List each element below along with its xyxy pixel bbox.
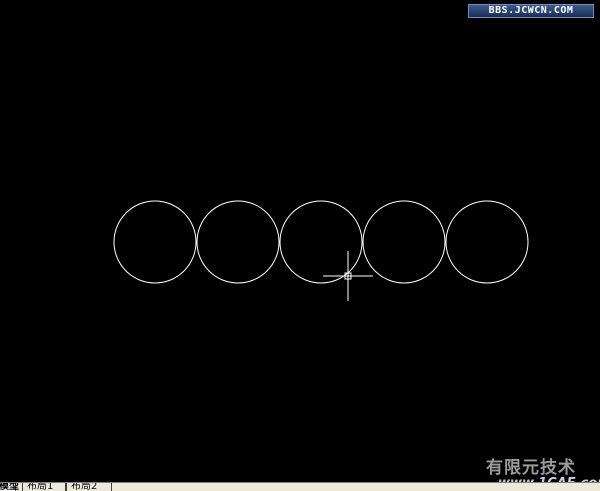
tab-layout2[interactable]: 布局2 [66, 483, 112, 491]
tab-model[interactable]: 模型 [0, 483, 19, 491]
tab-layout1[interactable]: 布局1 [22, 483, 66, 491]
autocad-window: BBS.JCWCN.COM 有限元技术 www.1CAE.com 模型 布局1 … [0, 0, 600, 491]
circle-4[interactable] [362, 200, 446, 284]
circle-3[interactable] [279, 200, 363, 284]
circle-2[interactable] [196, 200, 280, 284]
layout-tab-bar: 模型 布局1 布局2 [0, 482, 600, 491]
crosshair-cursor-icon [323, 251, 373, 301]
drawing-canvas[interactable] [0, 0, 600, 482]
watermark-bottom-cn: 有限元技术 [486, 458, 576, 478]
circle-1[interactable] [113, 200, 197, 284]
circle-5[interactable] [445, 200, 529, 284]
watermark-top: BBS.JCWCN.COM [468, 4, 594, 18]
